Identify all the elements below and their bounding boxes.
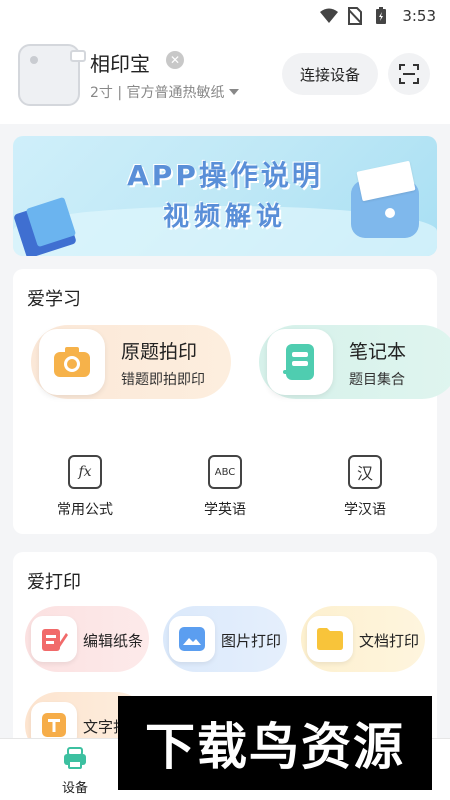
printer-icon: [64, 747, 86, 769]
edit-note-icon: [31, 616, 77, 662]
tile-title: 笔记本: [349, 341, 407, 363]
notebook-tile[interactable]: 笔记本 题目集合: [259, 325, 450, 399]
caret-down-icon: [228, 89, 239, 95]
folder-icon: [307, 616, 353, 662]
chinese-icon: 汉: [348, 455, 382, 489]
tile-subtitle: 错题即拍即印: [121, 372, 205, 388]
formula-icon: fx: [68, 455, 102, 489]
avatar-dot: [30, 56, 38, 64]
battery-icon: [372, 7, 390, 25]
tile-label: 编辑纸条: [83, 632, 144, 650]
banner-subtitle: 视频解说: [162, 202, 287, 232]
tab-label: 设备: [61, 781, 88, 796]
tile-label: 学英语: [204, 502, 246, 518]
watermark: 下载鸟资源: [118, 696, 432, 790]
scan-button[interactable]: [388, 53, 430, 95]
avatar-tab: [70, 50, 86, 62]
scan-icon: [399, 64, 419, 84]
paper-selector[interactable]: 2寸 | 官方普通热敏纸: [90, 82, 239, 102]
section-title: 爱打印: [27, 572, 81, 593]
camera-icon: [39, 329, 105, 395]
image-icon: [169, 616, 215, 662]
tile-label: 图片打印: [221, 632, 282, 650]
tile-label: 常用公式: [57, 502, 113, 518]
status-bar: 3:53: [0, 0, 450, 32]
image-print-tile[interactable]: 图片打印: [163, 606, 287, 672]
photo-print-tile[interactable]: 原题拍印 错题即拍即印: [31, 325, 231, 399]
tutorial-banner[interactable]: APP操作说明 视频解说: [13, 136, 437, 256]
tile-subtitle: 题目集合: [349, 372, 405, 388]
english-icon: ABC: [208, 455, 242, 489]
tile-label: 文档打印: [359, 632, 420, 650]
clock: 3:53: [402, 7, 436, 25]
device-name: 相印宝: [90, 52, 150, 76]
notebook-icon: [267, 329, 333, 395]
chinese-tile[interactable]: 汉 学汉语: [315, 455, 415, 525]
tab-device[interactable]: 设备: [35, 747, 115, 796]
tile-title: 原题拍印: [121, 341, 198, 363]
formula-tile[interactable]: fx 常用公式: [35, 455, 135, 525]
paper-label: 2寸 | 官方普通热敏纸: [90, 85, 225, 101]
tile-label: 学汉语: [344, 502, 386, 518]
close-icon[interactable]: ✕: [166, 51, 184, 69]
device-header: 相印宝 ✕ 2寸 | 官方普通热敏纸 连接设备: [0, 32, 450, 124]
study-section: 爱学习 原题拍印 错题即拍即印 笔记本 题目集合 fx 常用公式 ABC 学英语…: [13, 269, 450, 534]
edit-note-tile[interactable]: 编辑纸条: [25, 606, 149, 672]
device-avatar[interactable]: [18, 44, 86, 106]
english-tile[interactable]: ABC 学英语: [175, 455, 275, 525]
no-sim-icon: [346, 7, 364, 25]
watermark-text: 下载鸟资源: [145, 718, 405, 776]
wifi-icon: [320, 7, 339, 25]
banner-title: APP操作说明: [127, 159, 323, 192]
doc-print-tile[interactable]: 文档打印: [301, 606, 425, 672]
connect-device-button[interactable]: 连接设备: [282, 53, 378, 95]
section-title: 爱学习: [27, 289, 81, 310]
